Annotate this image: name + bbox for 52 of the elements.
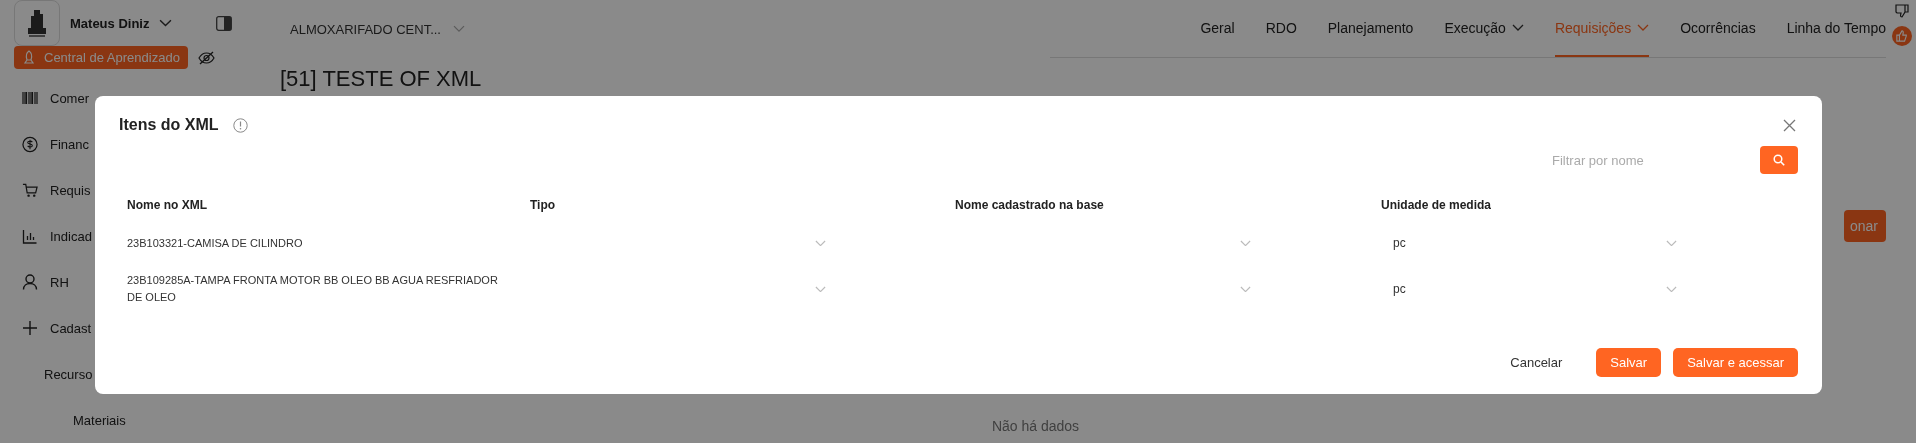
plus-icon bbox=[22, 320, 38, 336]
save-button[interactable]: Salvar e acessar bbox=[1673, 348, 1798, 377]
sidebar-item[interactable]: Comer bbox=[50, 90, 89, 106]
bar-chart-icon bbox=[22, 228, 38, 244]
sidebar-item[interactable]: Requis bbox=[50, 182, 91, 198]
company-logo bbox=[14, 0, 60, 46]
chevron-down-icon bbox=[453, 25, 465, 33]
sidebar-subitem[interactable]: Recurso bbox=[44, 366, 93, 382]
info-icon[interactable] bbox=[232, 117, 248, 133]
person-icon bbox=[22, 274, 38, 290]
chevron-down-icon bbox=[159, 19, 173, 27]
eye-slash-icon[interactable] bbox=[197, 50, 215, 65]
cancel-button[interactable]: Cancelar bbox=[1496, 348, 1577, 377]
sidebar-toggle-icon[interactable] bbox=[216, 15, 233, 31]
table-cell-text: 23B109285A-TAMPA FRONTA MOTOR BB OLEO BB AGUA RESFRIADOR DE OLEO bbox=[127, 273, 499, 305]
chevron-down-icon bbox=[1240, 285, 1251, 293]
chevron-down-icon bbox=[815, 239, 826, 247]
project-selector[interactable]: ALMOXARIFADO CENT... bbox=[290, 21, 441, 37]
user-name[interactable]: Mateus Diniz bbox=[70, 15, 150, 31]
cart-icon bbox=[22, 182, 38, 198]
search-icon bbox=[1773, 154, 1785, 166]
nav-tab[interactable]: Geral bbox=[1200, 0, 1235, 57]
nav-tab[interactable]: RDO bbox=[1265, 0, 1297, 57]
chevron-down-icon bbox=[1666, 239, 1677, 247]
chevron-down-icon bbox=[1666, 285, 1677, 293]
unit-select[interactable]: pc bbox=[1381, 274, 1677, 304]
nav-tab[interactable]: Execução bbox=[1444, 0, 1524, 57]
unit-select[interactable]: pc bbox=[1381, 228, 1677, 258]
empty-message: Não há dados bbox=[991, 418, 1080, 434]
sidebar-item[interactable]: RH bbox=[50, 274, 69, 290]
table-cell-text: 23B103321-CAMISA DE CILINDRO bbox=[127, 235, 303, 251]
page-title: [51] TESTE OF XML bbox=[279, 65, 483, 92]
sidebar-subitem[interactable]: Materiais bbox=[73, 412, 126, 428]
sidebar-item[interactable]: Financ bbox=[50, 136, 90, 152]
thumbs-up-icon[interactable] bbox=[1892, 26, 1912, 46]
dollar-circle-icon bbox=[22, 135, 38, 153]
barcode-icon bbox=[22, 91, 38, 105]
nav-tab[interactable]: Planejamento bbox=[1327, 0, 1414, 57]
thumbs-down-icon[interactable] bbox=[1895, 4, 1909, 18]
modal-title: Itens do XML bbox=[119, 116, 219, 134]
chevron-down-icon bbox=[815, 285, 826, 293]
save-button[interactable]: Salvar bbox=[1596, 348, 1662, 377]
column-header: Nome no XML bbox=[126, 197, 208, 214]
column-header: Tipo bbox=[529, 197, 557, 214]
chevron-down-icon bbox=[1240, 239, 1251, 247]
column-header: Nome cadastrado na base bbox=[954, 197, 1105, 214]
sidebar-item[interactable]: Indicad bbox=[50, 228, 92, 244]
search-button[interactable] bbox=[1760, 146, 1798, 174]
sidebar-item[interactable]: Cadast bbox=[50, 320, 92, 336]
nav-tab[interactable]: Linha do Tempo bbox=[1786, 0, 1886, 57]
nav-tab[interactable]: Ocorrências bbox=[1680, 0, 1756, 57]
column-header: Unidade de medida bbox=[1380, 197, 1493, 214]
